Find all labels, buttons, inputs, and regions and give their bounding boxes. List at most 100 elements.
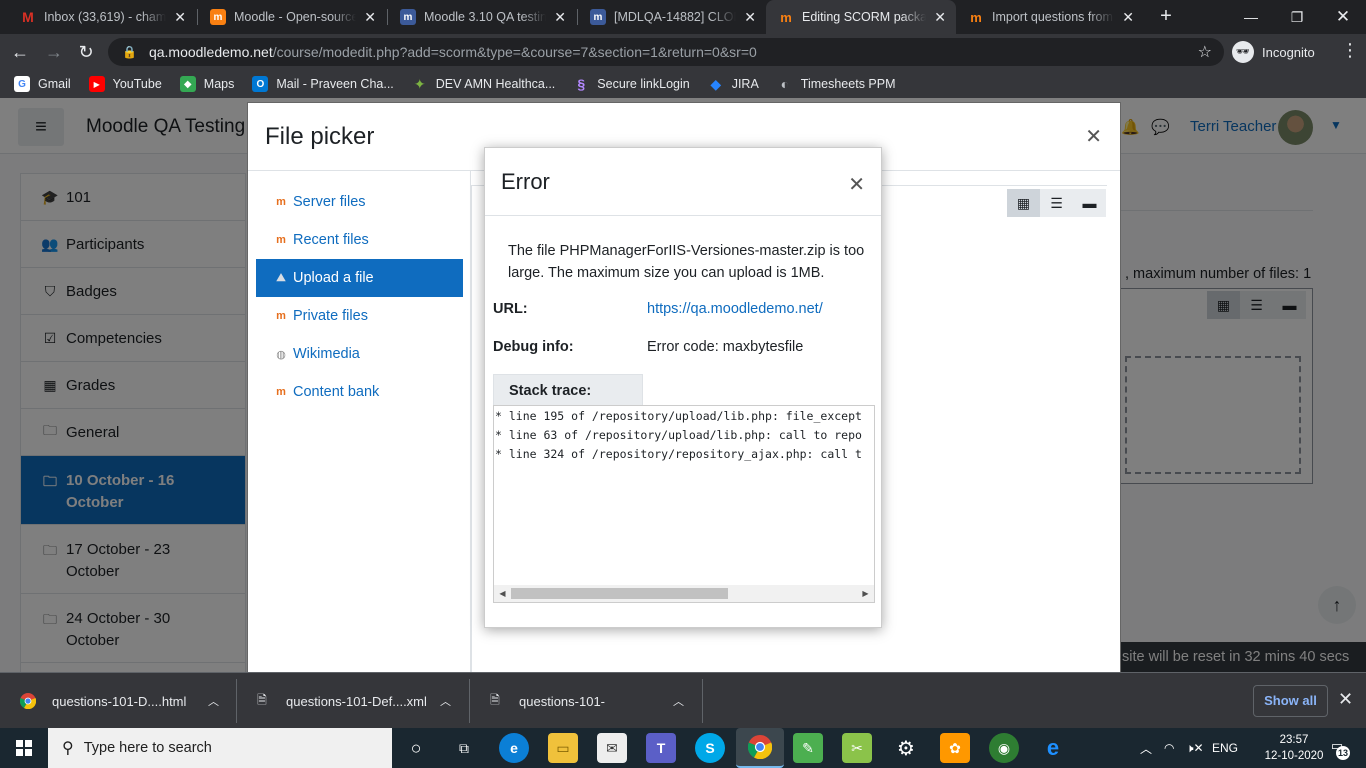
bookmark-youtube[interactable]: ▶ YouTube [88, 76, 162, 92]
tab-editing-scorm[interactable]: m Editing SCORM package ✕ [766, 0, 956, 34]
stack-trace-box[interactable]: * line 195 of /repository/upload/lib.php… [493, 405, 875, 603]
bookmark-label: JIRA [731, 77, 759, 91]
teams-icon[interactable]: T [646, 733, 676, 763]
snipping-tool-icon[interactable]: ✂ [842, 733, 872, 763]
file-explorer-icon[interactable]: ▭ [548, 733, 578, 763]
bookmark-mail[interactable]: O Mail - Praveen Cha... [252, 76, 394, 92]
close-tab-icon[interactable]: ✕ [1122, 9, 1134, 26]
edge-icon[interactable]: e [499, 733, 529, 763]
url-link[interactable]: https://qa.moodledemo.net/ [647, 301, 823, 317]
language-indicator[interactable]: ENG [1212, 728, 1238, 768]
reload-button[interactable]: ↻ [74, 40, 98, 64]
forward-button[interactable]: → [42, 40, 66, 64]
bookmark-gmail[interactable]: G Gmail [14, 76, 71, 92]
back-button[interactable]: ← [8, 40, 32, 64]
settings-gear-icon[interactable]: ⚙ [891, 733, 921, 763]
task-view-icon[interactable]: ⧉ [449, 733, 479, 763]
notepad-plus-icon[interactable]: ✎ [793, 733, 823, 763]
scroll-right-icon[interactable]: ▶ [857, 585, 874, 602]
cortana-icon[interactable]: ○ [401, 733, 431, 763]
close-window-button[interactable]: ✕ [1320, 0, 1366, 34]
taskbar-search[interactable]: ⚲ Type here to search [48, 728, 392, 768]
close-tab-icon[interactable]: ✕ [934, 9, 946, 26]
bookmark-label: Gmail [38, 77, 71, 91]
download-filename: questions-101- [519, 693, 605, 709]
show-all-button[interactable]: Show all [1253, 685, 1328, 717]
bookmark-timesheets[interactable]: ◐ Timesheets PPM [777, 76, 896, 92]
close-tab-icon[interactable]: ✕ [554, 9, 566, 26]
chevron-up-icon[interactable]: ︿ [673, 693, 684, 709]
close-tab-icon[interactable]: ✕ [174, 9, 186, 26]
chevron-up-icon[interactable]: ︿ [208, 693, 219, 709]
tab-title: Moodle 3.10 QA testing [424, 10, 547, 24]
close-icon[interactable]: ✕ [848, 175, 865, 195]
close-tab-icon[interactable]: ✕ [744, 9, 756, 26]
moodle-tracker-icon: m [400, 9, 416, 25]
bookmark-maps[interactable]: ◆ Maps [179, 76, 234, 92]
moodle-icon: m [276, 196, 286, 208]
repo-server-files[interactable]: m Server files [256, 183, 463, 221]
tab-title: [MDLQA-14882] CLONE [614, 10, 736, 24]
chevron-up-icon[interactable]: ︿ [1140, 728, 1152, 768]
network-globe-icon[interactable]: ◉ [989, 733, 1019, 763]
lock-icon[interactable]: 🔒 [122, 45, 137, 59]
repo-upload-a-file[interactable]: ⛰ Upload a file [256, 259, 463, 297]
tab-import-questions[interactable]: m Import questions from ✕ [956, 0, 1144, 34]
list-view-icon[interactable]: ☰ [1040, 189, 1073, 217]
paint-icon[interactable]: ✿ [940, 733, 970, 763]
close-icon[interactable]: ✕ [1338, 689, 1353, 710]
folder-view-icon[interactable]: ▬ [1073, 189, 1106, 217]
mail-icon[interactable]: ✉ [597, 733, 627, 763]
repo-wikimedia[interactable]: ◍ Wikimedia [256, 335, 463, 373]
scroll-left-icon[interactable]: ◀ [494, 585, 511, 602]
action-center-icon[interactable]: ▭ 13 [1326, 738, 1350, 760]
bookmark-star-icon[interactable]: ☆ [1198, 42, 1212, 62]
search-icon: ⚲ [62, 740, 74, 757]
moodle-tracker-icon: m [590, 9, 606, 25]
tab-moodle-open-source[interactable]: m Moodle - Open-source ✕ [198, 0, 386, 34]
chrome-taskbar-icon[interactable] [736, 728, 784, 768]
repo-private-files[interactable]: m Private files [256, 297, 463, 335]
skype-icon[interactable]: S [695, 733, 725, 763]
tab-mdlqa-clone[interactable]: m [MDLQA-14882] CLONE ✕ [578, 0, 766, 34]
restore-button[interactable]: ❐ [1274, 0, 1320, 34]
chevron-up-icon[interactable]: ︿ [440, 693, 451, 709]
moodle-icon: m [276, 386, 286, 398]
bookmark-dev-amn[interactable]: ✦ DEV AMN Healthca... [412, 76, 556, 92]
internet-explorer-icon[interactable]: e [1038, 733, 1068, 763]
repo-content-bank[interactable]: m Content bank [256, 373, 463, 411]
grid-view-icon[interactable]: ▦ [1007, 189, 1040, 217]
horizontal-scrollbar[interactable]: ◀ ▶ [494, 585, 874, 602]
bookmark-label: DEV AMN Healthca... [435, 77, 556, 91]
tab-inbox[interactable]: M Inbox (33,619) - chamar ✕ [8, 0, 196, 34]
close-tab-icon[interactable]: ✕ [364, 9, 376, 26]
moodle-icon: m [276, 234, 286, 246]
repo-label: Upload a file [293, 270, 374, 286]
bookmark-label: YouTube [112, 77, 162, 91]
bookmark-jira[interactable]: ◆ JIRA [708, 76, 759, 92]
volume-muted-icon[interactable]: 🕨✕ [1186, 728, 1204, 768]
debug-info-value: Error code: maxbytesfile [647, 339, 804, 355]
clock-date: 12-10-2020 [1264, 750, 1324, 762]
scrollbar-thumb[interactable] [511, 588, 728, 599]
file-picker-title: File picker [265, 123, 375, 150]
minimize-button[interactable]: — [1228, 0, 1274, 34]
download-item[interactable]: 🗎 questions-101-Def....xml ︿ [254, 673, 464, 729]
download-item[interactable]: 🗎 questions-101- ︿ [487, 673, 697, 729]
chrome-menu-icon[interactable]: ⋮ [1340, 40, 1360, 61]
upload-icon: ⛰ [276, 271, 286, 284]
chrome-icon [748, 735, 772, 759]
repo-recent-files[interactable]: m Recent files [256, 221, 463, 259]
address-bar[interactable]: 🔒 qa.moodledemo.net/course/modedit.php?a… [108, 38, 1224, 66]
close-icon[interactable]: ✕ [1085, 127, 1102, 147]
system-clock[interactable]: 23:57 12-10-2020 [1262, 732, 1326, 764]
bookmark-secure-link[interactable]: § Secure linkLogin [573, 76, 689, 92]
clock-time: 23:57 [1279, 734, 1309, 746]
incognito-indicator[interactable]: 🕶 Incognito [1232, 38, 1315, 66]
download-item[interactable]: questions-101-D....html ︿ [20, 673, 230, 729]
wifi-icon[interactable]: ◠ [1164, 728, 1174, 768]
tab-moodle-qa-testing[interactable]: m Moodle 3.10 QA testing ✕ [388, 0, 576, 34]
youtube-icon: ▶ [88, 76, 105, 92]
new-tab-button[interactable]: + [1155, 5, 1177, 27]
start-button[interactable] [0, 728, 48, 768]
